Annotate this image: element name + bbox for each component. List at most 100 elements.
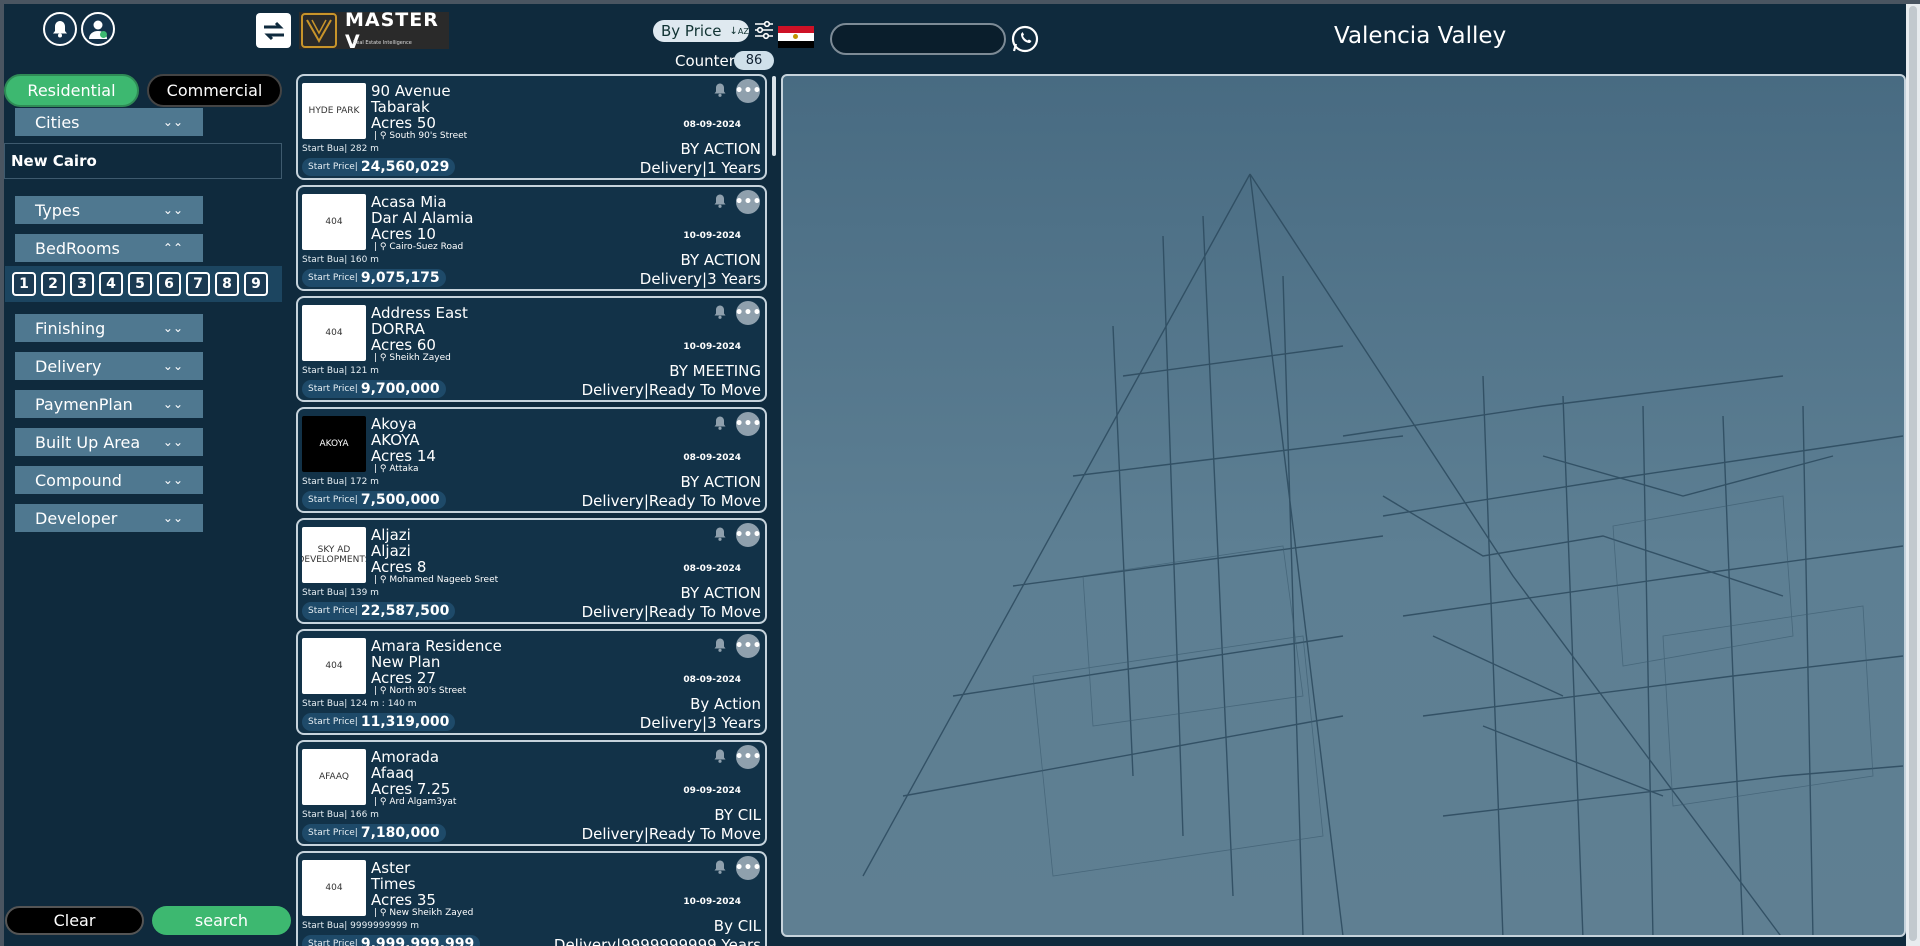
listing-date: 08-09-2024 — [683, 453, 741, 463]
bell-icon[interactable] — [712, 859, 728, 875]
project-name: Address East — [371, 304, 468, 322]
location: | ⚲ Ard Algam3yat — [374, 797, 456, 807]
bedroom-option[interactable]: 8 — [215, 272, 239, 296]
page-scrollbar[interactable] — [1906, 4, 1920, 946]
compound-filter[interactable]: Compound ⌄⌄ — [15, 466, 203, 494]
start-price-value: 9,700,000 — [360, 381, 440, 397]
bedroom-option[interactable]: 4 — [99, 272, 123, 296]
bell-icon[interactable] — [712, 193, 728, 209]
whatsapp-icon[interactable] — [1010, 24, 1040, 54]
developer-filter[interactable]: Developer ⌄⌄ — [15, 504, 203, 532]
bedroom-option[interactable]: 5 — [128, 272, 152, 296]
start-price-value: 9,075,175 — [360, 270, 440, 286]
paymentplan-filter[interactable]: PaymenPlan ⌄⌄ — [15, 390, 203, 418]
listing-card[interactable]: 404 Address East DORRA Acres 60 | ⚲ Sheikh Z… — [296, 296, 767, 402]
listing-card[interactable]: AKOYA Akoya AKOYA Acres 14 | ⚲ Attaka 08-09-2… — [296, 407, 767, 513]
egypt-flag-icon[interactable] — [778, 26, 814, 48]
sort-selector[interactable]: By Price ↓AZ — [653, 20, 749, 42]
more-options-button[interactable]: ••• — [735, 190, 761, 214]
sale-method: BY CIL — [714, 806, 761, 824]
bell-icon[interactable] — [712, 304, 728, 320]
cities-filter[interactable]: Cities ⌄⌄ — [15, 108, 203, 136]
compound-label: Compound — [35, 470, 122, 490]
bedrooms-filter[interactable]: BedRooms ⌃⌃ — [15, 234, 203, 262]
more-options-button[interactable]: ••• — [735, 523, 761, 547]
chevron-double-down-icon: ⌄⌄ — [162, 359, 183, 373]
master-v-logo: MASTER V Real Estate Intelligence — [299, 9, 449, 53]
delivery-filter[interactable]: Delivery ⌄⌄ — [15, 352, 203, 380]
clear-button[interactable]: Clear — [5, 906, 144, 935]
listing-card[interactable]: AFAAQ Amorada Afaaq Acres 7.25 | ⚲ Ard Algam… — [296, 740, 767, 846]
bedroom-option[interactable]: 2 — [41, 272, 65, 296]
more-options-button[interactable]: ••• — [735, 745, 761, 769]
logo-subtitle: Real Estate Intelligence — [353, 40, 412, 46]
swap-button[interactable] — [256, 13, 291, 48]
notifications-button[interactable] — [43, 12, 77, 46]
bedroom-option[interactable]: 9 — [244, 272, 268, 296]
more-options-button[interactable]: ••• — [735, 79, 761, 103]
search-button[interactable]: search — [152, 906, 291, 935]
developer-logo-text: 404 — [325, 217, 343, 227]
listing-date: 10-09-2024 — [683, 231, 741, 241]
listing-date: 08-09-2024 — [683, 564, 741, 574]
counter-badge: 86 — [734, 51, 774, 70]
location-text: Sheikh Zayed — [389, 353, 451, 363]
listing-card[interactable]: 404 Aster Times Acres 35 | ⚲ New Sheikh Zaye… — [296, 851, 767, 946]
bell-icon[interactable] — [712, 748, 728, 764]
more-options-button[interactable]: ••• — [735, 412, 761, 436]
chevron-double-down-icon: ⌄⌄ — [162, 473, 183, 487]
listing-card[interactable]: 404 Acasa Mia Dar Al Alamia Acres 10 | ⚲ Cai… — [296, 185, 767, 291]
types-filter[interactable]: Types ⌄⌄ — [15, 196, 203, 224]
start-bua: Start Bua| 121 m — [302, 366, 379, 376]
bell-icon — [53, 21, 67, 38]
chevron-double-down-icon: ⌄⌄ — [162, 321, 183, 335]
start-price-label: Start Price| — [308, 273, 358, 283]
builtup-area-filter[interactable]: Built Up Area ⌄⌄ — [15, 428, 203, 456]
builtup-label: Built Up Area — [35, 432, 141, 452]
project-name: 90 Avenue — [371, 82, 451, 100]
residential-tab[interactable]: Residential — [4, 74, 139, 107]
start-price-label: Start Price| — [308, 828, 358, 838]
filter-sliders-icon[interactable] — [754, 20, 774, 40]
acres: Acres 35 — [371, 891, 436, 909]
location: | ⚲ Mohamed Nageeb Sreet — [374, 575, 498, 585]
chevron-double-down-icon: ⌄⌄ — [162, 397, 183, 411]
commercial-tab[interactable]: Commercial — [147, 74, 282, 107]
finishing-filter[interactable]: Finishing ⌄⌄ — [15, 314, 203, 342]
listing-card[interactable]: HYDE PARK 90 Avenue Tabarak Acres 50 | ⚲ Sou… — [296, 74, 767, 180]
delivery-label: Delivery — [35, 356, 102, 376]
acres: Acres 8 — [371, 558, 427, 576]
bedroom-option[interactable]: 1 — [12, 272, 36, 296]
start-price-label: Start Price| — [308, 606, 358, 616]
profile-button[interactable] — [81, 12, 115, 46]
bedroom-option[interactable]: 7 — [186, 272, 210, 296]
delivery-info: Delivery|1 Years — [639, 159, 761, 177]
bell-icon[interactable] — [712, 637, 728, 653]
more-options-button[interactable]: ••• — [735, 634, 761, 658]
bell-icon[interactable] — [712, 415, 728, 431]
acres: Acres 14 — [371, 447, 436, 465]
developer-logo: HYDE PARK — [302, 83, 366, 139]
more-options-button[interactable]: ••• — [735, 856, 761, 880]
project-name: Aljazi — [371, 526, 411, 544]
bell-icon[interactable] — [712, 526, 728, 542]
listing-card[interactable]: 404 Amara Residence New Plan Acres 27 | ⚲ No… — [296, 629, 767, 735]
location-pin-icon: | ⚲ — [374, 575, 390, 585]
developer-name: Dar Al Alamia — [371, 209, 474, 227]
listing-card[interactable]: SKY AD DEVELOPMENTSAljaziAljaziAcres 8| … — [296, 518, 767, 624]
bedroom-option[interactable]: 3 — [70, 272, 94, 296]
selected-city[interactable]: New Cairo — [4, 143, 282, 179]
bedroom-option[interactable]: 6 — [157, 272, 181, 296]
bedrooms-label: BedRooms — [35, 238, 120, 258]
start-price: Start Price| 7,500,000 — [302, 491, 446, 509]
bell-icon[interactable] — [712, 82, 728, 98]
types-label: Types — [35, 200, 81, 220]
page-scrollbar-thumb[interactable] — [1909, 6, 1917, 941]
listing-list[interactable]: HYDE PARK 90 Avenue Tabarak Acres 50 | ⚲ Sou… — [296, 74, 769, 946]
location-pin-icon: | ⚲ — [374, 908, 390, 918]
location-text: Mohamed Nageeb Sreet — [389, 575, 499, 585]
search-input[interactable] — [830, 23, 1006, 55]
more-options-button[interactable]: ••• — [735, 301, 761, 325]
list-scrollbar[interactable] — [772, 76, 776, 156]
start-price-value: 11,319,000 — [360, 714, 450, 730]
